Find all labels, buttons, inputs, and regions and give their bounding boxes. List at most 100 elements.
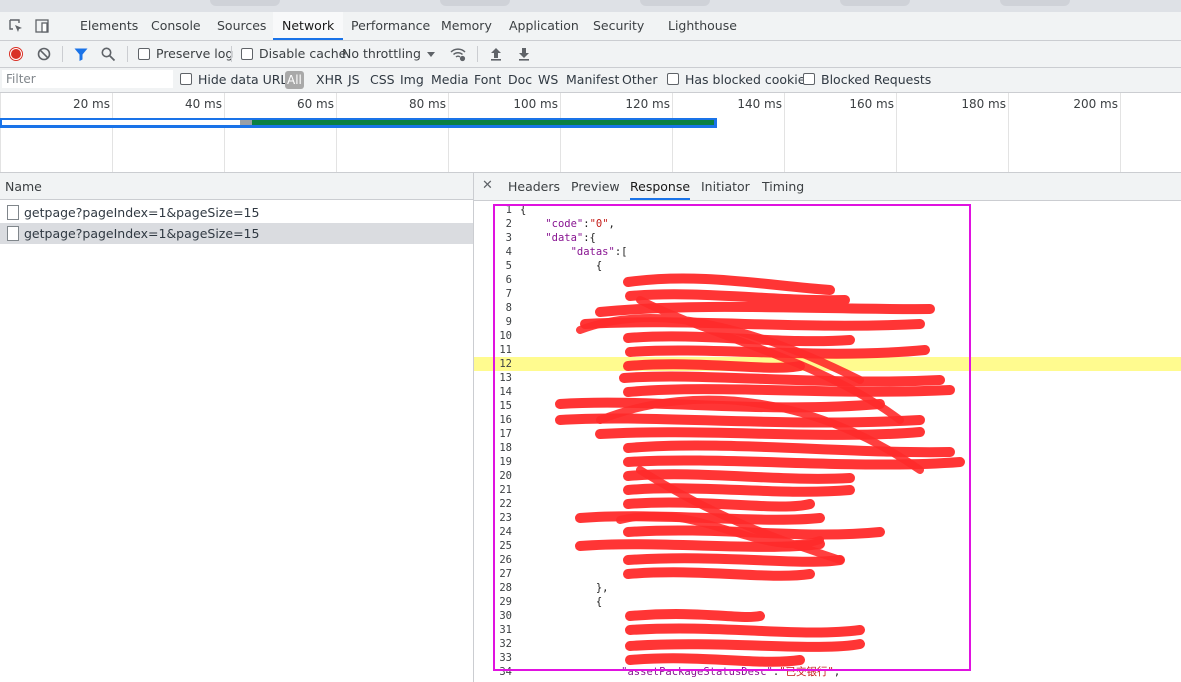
- code-line: 31: [474, 623, 1181, 637]
- code-text: "data":{: [545, 232, 596, 244]
- code-line: 3 "data":{: [474, 231, 1181, 245]
- request-timing-bar-second: [0, 126, 717, 128]
- code-line: 5 {: [474, 259, 1181, 273]
- code-line: 17: [474, 427, 1181, 441]
- code-line: 16: [474, 413, 1181, 427]
- tab-timing[interactable]: Timing: [762, 173, 804, 200]
- browser-tab-strip: [0, 0, 1181, 12]
- name-column-header[interactable]: Name: [0, 173, 473, 200]
- code-line: 30: [474, 609, 1181, 623]
- code-line: 23: [474, 511, 1181, 525]
- network-conditions-icon[interactable]: [450, 46, 466, 62]
- inspect-element-icon[interactable]: [8, 18, 24, 34]
- timeline-tick-label: 40 ms: [184, 97, 222, 111]
- type-filter-img[interactable]: Img: [400, 68, 424, 92]
- has-blocked-cookies-checkbox[interactable]: [667, 73, 679, 85]
- type-filter-other[interactable]: Other: [622, 68, 658, 92]
- tab-initiator[interactable]: Initiator: [701, 173, 750, 200]
- line-number: 1: [505, 204, 512, 216]
- timeline-gridline: [1120, 93, 1121, 172]
- type-filter-js[interactable]: JS: [348, 68, 360, 92]
- line-number: 12: [499, 358, 512, 370]
- timeline-tick-label: 120 ms: [625, 97, 670, 111]
- tab-headers[interactable]: Headers: [508, 173, 560, 200]
- tab-elements[interactable]: Elements: [71, 12, 147, 40]
- code-text: },: [520, 582, 609, 594]
- preserve-log-checkbox[interactable]: [138, 48, 150, 60]
- tab-performance[interactable]: Performance: [342, 12, 439, 40]
- disable-cache-label: Disable cache: [259, 46, 347, 61]
- filter-icon[interactable]: [73, 46, 89, 62]
- code-text: {: [520, 204, 527, 216]
- network-overview-timeline[interactable]: 20 ms 40 ms 60 ms 80 ms 100 ms 120 ms 14…: [0, 93, 1181, 173]
- line-number: 4: [505, 246, 512, 258]
- filter-input[interactable]: [2, 70, 173, 88]
- tab-application[interactable]: Application: [500, 12, 588, 40]
- chevron-down-icon[interactable]: [426, 47, 436, 61]
- network-toolbar: Preserve log Disable cache No throttling: [0, 41, 1181, 68]
- hide-data-urls-checkbox[interactable]: [180, 73, 192, 85]
- close-icon[interactable]: ✕: [482, 173, 493, 200]
- tab-console[interactable]: Console: [142, 12, 210, 40]
- line-number: 17: [499, 428, 512, 440]
- line-number: 18: [499, 442, 512, 454]
- line-number: 22: [499, 498, 512, 510]
- code-line: 11: [474, 343, 1181, 357]
- timeline-gridline: [896, 93, 897, 172]
- tab-memory[interactable]: Memory: [432, 12, 501, 40]
- tab-preview[interactable]: Preview: [571, 173, 620, 200]
- throttling-select[interactable]: No throttling: [342, 41, 421, 67]
- response-code-viewer[interactable]: 1{2 "code":"0", 3 "data":{4 "datas":[5 {6…: [474, 200, 1181, 682]
- timeline-tick-label: 20 ms: [72, 97, 110, 111]
- type-filter-all[interactable]: All: [285, 71, 304, 89]
- type-filter-doc[interactable]: Doc: [508, 68, 532, 92]
- code-text: "datas":[: [570, 246, 628, 258]
- clear-icon[interactable]: [36, 46, 52, 62]
- code-line: 4 "datas":[: [474, 245, 1181, 259]
- timeline-gridline: [336, 93, 337, 172]
- type-filter-font[interactable]: Font: [474, 68, 501, 92]
- type-filter-css[interactable]: CSS: [370, 68, 395, 92]
- code-line: 33: [474, 651, 1181, 665]
- code-line: 26: [474, 553, 1181, 567]
- code-line: 14: [474, 385, 1181, 399]
- request-detail-pane: ✕ Headers Preview Response Initiator Tim…: [474, 173, 1181, 682]
- type-filter-xhr[interactable]: XHR: [316, 68, 343, 92]
- search-icon[interactable]: [100, 46, 116, 62]
- import-har-icon[interactable]: [488, 46, 504, 62]
- code-line: 1{: [474, 203, 1181, 217]
- tab-sources[interactable]: Sources: [208, 12, 275, 40]
- line-number: 14: [499, 386, 512, 398]
- tab-network[interactable]: Network: [273, 12, 344, 40]
- preserve-log-label: Preserve log: [156, 46, 234, 61]
- tab-security[interactable]: Security: [584, 12, 653, 40]
- table-row[interactable]: getpage?pageIndex=1&pageSize=15: [0, 223, 473, 244]
- request-name: getpage?pageIndex=1&pageSize=15: [24, 205, 260, 220]
- hide-data-urls-label: Hide data URLs: [198, 72, 294, 87]
- tab-response[interactable]: Response: [630, 173, 691, 200]
- line-number: 34: [499, 666, 512, 678]
- line-number: 31: [499, 624, 512, 636]
- type-filter-media[interactable]: Media: [431, 68, 469, 92]
- code-line: 21: [474, 483, 1181, 497]
- device-toolbar-icon[interactable]: [34, 18, 50, 34]
- disable-cache-checkbox[interactable]: [241, 48, 253, 60]
- table-row[interactable]: getpage?pageIndex=1&pageSize=15: [0, 202, 473, 223]
- tab-lighthouse[interactable]: Lighthouse: [659, 12, 746, 40]
- line-number: 33: [499, 652, 512, 664]
- line-number: 5: [505, 260, 512, 272]
- line-number: 6: [505, 274, 512, 286]
- code-line: 28 },: [474, 581, 1181, 595]
- timeline-gridline: [224, 93, 225, 172]
- type-filter-ws[interactable]: WS: [538, 68, 558, 92]
- request-timing-queue: [240, 120, 252, 125]
- line-number: 27: [499, 568, 512, 580]
- code-text: {: [520, 596, 603, 608]
- record-icon[interactable]: [8, 46, 24, 62]
- line-number: 24: [499, 526, 512, 538]
- timeline-gridline: [0, 93, 1, 172]
- timeline-tick-label: 60 ms: [296, 97, 334, 111]
- type-filter-manifest[interactable]: Manifest: [566, 68, 619, 92]
- export-har-icon[interactable]: [516, 46, 532, 62]
- blocked-requests-checkbox[interactable]: [803, 73, 815, 85]
